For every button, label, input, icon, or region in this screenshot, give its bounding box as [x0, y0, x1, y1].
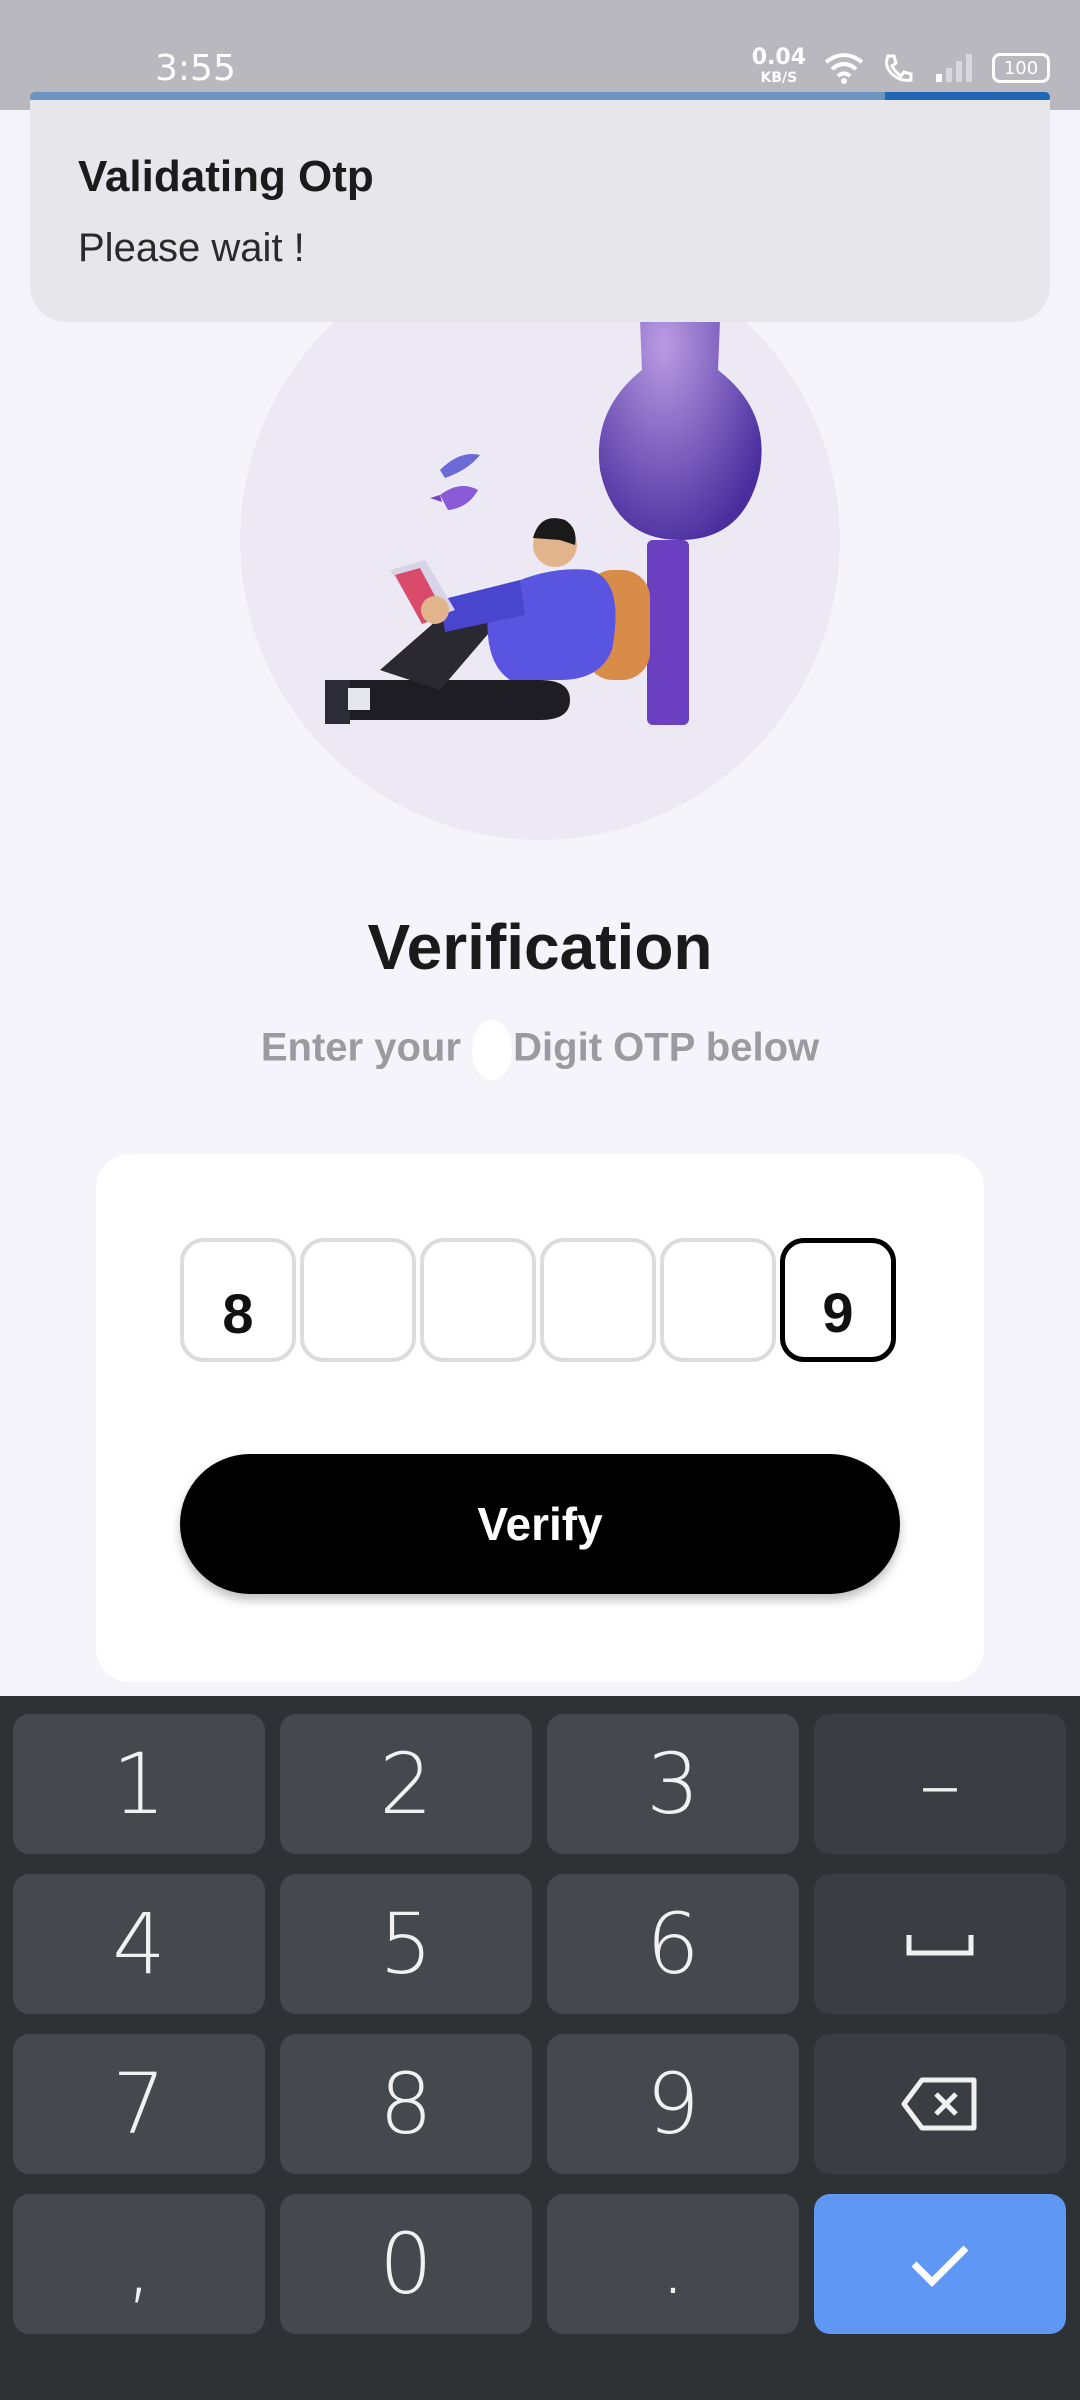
otp-digit-5[interactable] — [660, 1238, 776, 1362]
key-0[interactable]: 0 — [280, 2194, 532, 2334]
status-time: 3:55 — [155, 48, 236, 89]
verify-button[interactable]: Verify — [180, 1454, 900, 1594]
key-space[interactable] — [814, 1874, 1066, 2014]
numeric-keyboard: 1 2 3 – 4 5 6 7 8 9 , 0 . — [0, 1696, 1080, 2400]
key-backspace[interactable] — [814, 2034, 1066, 2174]
key-1[interactable]: 1 — [13, 1714, 265, 1854]
key-6[interactable]: 6 — [547, 1874, 799, 2014]
key-2[interactable]: 2 — [280, 1714, 532, 1854]
otp-digit-4[interactable] — [540, 1238, 656, 1362]
space-icon — [906, 1935, 974, 1956]
status-bar: 3:55 0.04 KB/S 100 — [0, 0, 1080, 110]
subtitle-suffix: Digit OTP below — [513, 1025, 820, 1070]
page-subtitle: Enter your Digit OTP below — [0, 1020, 1080, 1080]
status-icons: 0.04 KB/S 100 — [751, 45, 1050, 88]
subtitle-prefix: Enter your — [260, 1025, 461, 1070]
key-4[interactable]: 4 — [13, 1874, 265, 2014]
otp-digit-2[interactable] — [300, 1238, 416, 1362]
network-speed: 0.04 KB/S — [751, 45, 806, 88]
key-comma[interactable]: , — [13, 2194, 265, 2334]
page-title: Verification — [367, 911, 713, 983]
backspace-icon — [901, 2077, 977, 2131]
otp-digit-1[interactable]: 8 — [180, 1238, 296, 1362]
battery-indicator: 100 — [992, 53, 1050, 83]
key-7[interactable]: 7 — [13, 2034, 265, 2174]
reading-person-illustration — [325, 240, 762, 725]
toast-title: Validating Otp — [78, 152, 374, 201]
key-5[interactable]: 5 — [280, 1874, 532, 2014]
key-dash[interactable]: – — [814, 1714, 1066, 1854]
wifi-icon — [824, 53, 864, 84]
verification-illustration — [240, 240, 840, 840]
otp-input-row: 8 9 — [180, 1238, 896, 1362]
signal-icon — [936, 54, 972, 82]
check-icon — [911, 2245, 969, 2287]
key-8[interactable]: 8 — [280, 2034, 532, 2174]
key-3[interactable]: 3 — [547, 1714, 799, 1854]
otp-card: 8 9 Verify — [96, 1154, 984, 1682]
toast-message: Please wait ! — [78, 226, 305, 270]
redacted-digit-count — [472, 1020, 513, 1080]
key-9[interactable]: 9 — [547, 2034, 799, 2174]
key-period[interactable]: . — [547, 2194, 799, 2334]
otp-digit-6[interactable]: 9 — [780, 1238, 896, 1362]
network-speed-unit: KB/S — [760, 70, 798, 86]
validating-toast: Validating Otp Please wait ! — [30, 100, 1050, 322]
wifi-calling-icon — [885, 54, 913, 82]
key-done[interactable] — [814, 2194, 1066, 2334]
network-speed-value: 0.04 — [751, 45, 806, 70]
otp-digit-3[interactable] — [420, 1238, 536, 1362]
